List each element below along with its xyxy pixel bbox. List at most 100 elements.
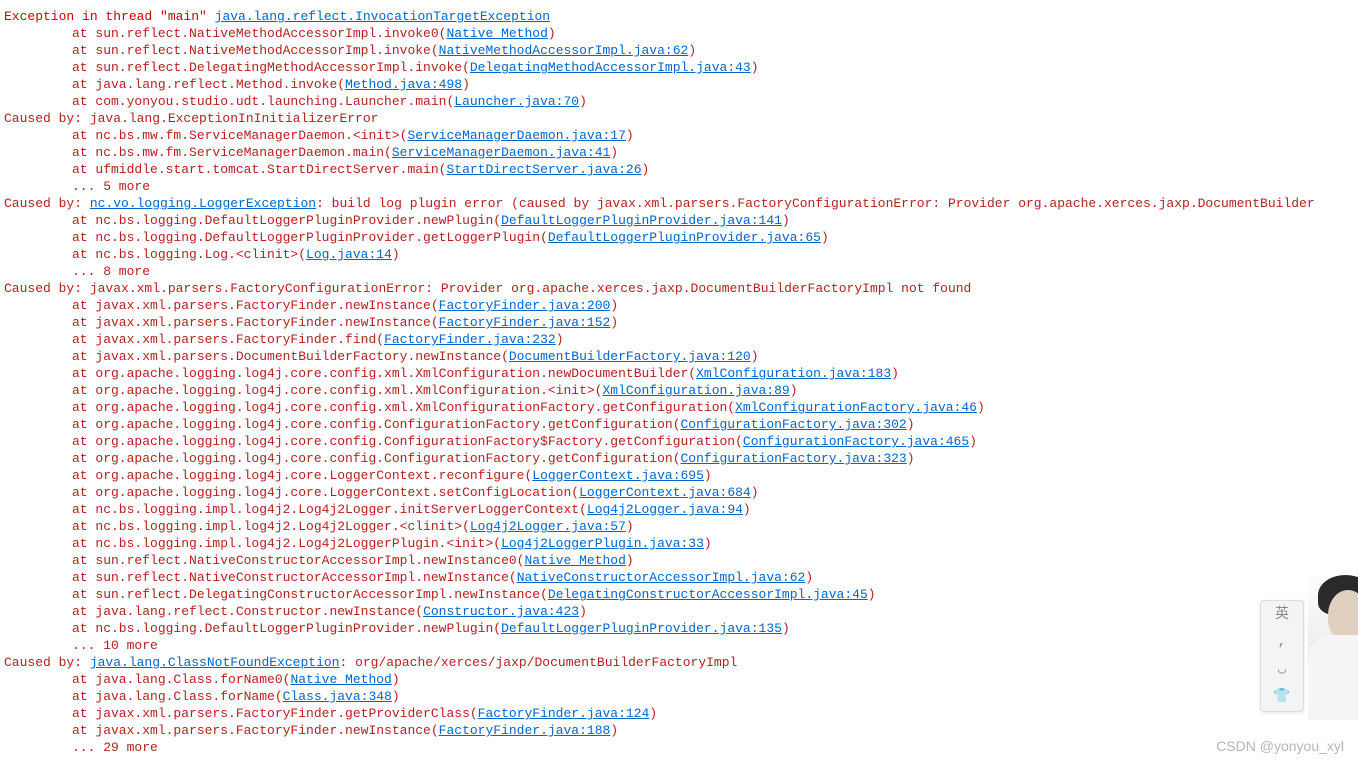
stacktrace-line: at org.apache.logging.log4j.core.config.…: [4, 450, 1354, 467]
stacktrace-line: Caused by: java.lang.ClassNotFoundExcept…: [4, 654, 1354, 671]
stacktrace-text: at org.apache.logging.log4j.core.config.…: [72, 383, 603, 398]
stacktrace-text: at org.apache.logging.log4j.core.config.…: [72, 451, 681, 466]
source-link[interactable]: XmlConfiguration.java:183: [696, 366, 891, 381]
stacktrace-line: at javax.xml.parsers.FactoryFinder.newIn…: [4, 297, 1354, 314]
stacktrace-text: ... 29 more: [72, 740, 158, 755]
source-link[interactable]: ServiceManagerDaemon.java:41: [392, 145, 610, 160]
source-link[interactable]: ConfigurationFactory.java:323: [681, 451, 907, 466]
ime-skin-icon[interactable]: 👕: [1273, 690, 1290, 704]
source-link[interactable]: DefaultLoggerPluginProvider.java:135: [501, 621, 782, 636]
stacktrace-line: ... 8 more: [4, 263, 1354, 280]
stacktrace-text: ): [790, 383, 798, 398]
source-link[interactable]: DocumentBuilderFactory.java:120: [509, 349, 751, 364]
stacktrace-text: ): [821, 230, 829, 245]
ime-mode-icon[interactable]: ◡: [1278, 663, 1286, 677]
stacktrace-text: ): [626, 128, 634, 143]
source-link[interactable]: Log4j2Logger.java:94: [587, 502, 743, 517]
ime-punct-indicator[interactable]: ,: [1278, 635, 1286, 649]
stacktrace-line: at javax.xml.parsers.FactoryFinder.find(…: [4, 331, 1354, 348]
stacktrace-text: ): [704, 468, 712, 483]
stacktrace-line: at java.lang.reflect.Method.invoke(Metho…: [4, 76, 1354, 93]
stacktrace-text: ): [392, 247, 400, 262]
source-link[interactable]: nc.vo.logging.LoggerException: [90, 196, 316, 211]
stacktrace-text: Caused by:: [4, 196, 90, 211]
stacktrace-text: at sun.reflect.NativeConstructorAccessor…: [72, 570, 517, 585]
source-link[interactable]: Method.java:498: [345, 77, 462, 92]
source-link[interactable]: DelegatingConstructorAccessorImpl.java:4…: [548, 587, 868, 602]
stacktrace-text: ): [751, 349, 759, 364]
stacktrace-line: at nc.bs.logging.impl.log4j2.Log4j2Logge…: [4, 518, 1354, 535]
source-link[interactable]: DefaultLoggerPluginProvider.java:65: [548, 230, 821, 245]
ime-lang-indicator[interactable]: 英: [1275, 608, 1289, 622]
source-link[interactable]: DefaultLoggerPluginProvider.java:141: [501, 213, 782, 228]
source-link[interactable]: FactoryFinder.java:152: [439, 315, 611, 330]
stacktrace-line: at javax.xml.parsers.DocumentBuilderFact…: [4, 348, 1354, 365]
source-link[interactable]: Log4j2LoggerPlugin.java:33: [501, 536, 704, 551]
source-link[interactable]: Launcher.java:70: [454, 94, 579, 109]
stacktrace-text: ): [782, 621, 790, 636]
stacktrace-text: ): [610, 315, 618, 330]
stacktrace-text: ... 10 more: [72, 638, 158, 653]
stacktrace-line: at java.lang.reflect.Constructor.newInst…: [4, 603, 1354, 620]
stacktrace-line: at nc.bs.mw.fm.ServiceManagerDaemon.<ini…: [4, 127, 1354, 144]
stacktrace-text: ): [704, 536, 712, 551]
stacktrace-line: at org.apache.logging.log4j.core.LoggerC…: [4, 484, 1354, 501]
source-link[interactable]: ConfigurationFactory.java:302: [681, 417, 907, 432]
stacktrace-text: at nc.bs.logging.impl.log4j2.Log4j2Logge…: [72, 536, 501, 551]
assistant-avatar[interactable]: [1308, 570, 1358, 720]
stacktrace-text: ): [392, 672, 400, 687]
source-link[interactable]: DelegatingMethodAccessorImpl.java:43: [470, 60, 751, 75]
source-link[interactable]: FactoryFinder.java:188: [439, 723, 611, 738]
stacktrace-line: Exception in thread "main" java.lang.ref…: [4, 8, 1354, 25]
stacktrace-text: ): [610, 723, 618, 738]
source-link[interactable]: XmlConfigurationFactory.java:46: [735, 400, 977, 415]
stacktrace-text: ): [649, 706, 657, 721]
source-link[interactable]: FactoryFinder.java:232: [384, 332, 556, 347]
stacktrace-text: ): [743, 502, 751, 517]
stacktrace-text: ): [556, 332, 564, 347]
stacktrace-text: at java.lang.Class.forName0(: [72, 672, 290, 687]
stacktrace-line: at nc.bs.logging.DefaultLoggerPluginProv…: [4, 620, 1354, 637]
source-link[interactable]: java.lang.ClassNotFoundException: [90, 655, 340, 670]
source-link[interactable]: Log4j2Logger.java:57: [470, 519, 626, 534]
source-link[interactable]: Native Method: [446, 26, 547, 41]
stacktrace-line: at nc.bs.logging.DefaultLoggerPluginProv…: [4, 212, 1354, 229]
source-link[interactable]: Log.java:14: [306, 247, 392, 262]
source-link[interactable]: XmlConfiguration.java:89: [603, 383, 790, 398]
stacktrace-line: at nc.bs.logging.impl.log4j2.Log4j2Logge…: [4, 501, 1354, 518]
stacktrace-text: ): [579, 94, 587, 109]
stacktrace-line: ... 10 more: [4, 637, 1354, 654]
source-link[interactable]: NativeConstructorAccessorImpl.java:62: [517, 570, 806, 585]
source-link[interactable]: StartDirectServer.java:26: [446, 162, 641, 177]
watermark-text: CSDN @yonyou_xyl: [1216, 738, 1344, 754]
ime-floating-panel[interactable]: 英 , ◡ 👕: [1260, 600, 1304, 712]
stacktrace-text: at nc.bs.mw.fm.ServiceManagerDaemon.<ini…: [72, 128, 407, 143]
stacktrace-text: at nc.bs.logging.Log.<clinit>(: [72, 247, 306, 262]
stacktrace-text: ): [610, 145, 618, 160]
stacktrace-line: at sun.reflect.NativeMethodAccessorImpl.…: [4, 25, 1354, 42]
stacktrace-text: at nc.bs.logging.impl.log4j2.Log4j2Logge…: [72, 502, 587, 517]
source-link[interactable]: Constructor.java:423: [423, 604, 579, 619]
source-link[interactable]: LoggerContext.java:684: [579, 485, 751, 500]
stacktrace-line: at javax.xml.parsers.FactoryFinder.newIn…: [4, 722, 1354, 739]
source-link[interactable]: NativeMethodAccessorImpl.java:62: [439, 43, 689, 58]
stacktrace-text: at nc.bs.logging.DefaultLoggerPluginProv…: [72, 621, 501, 636]
stacktrace-text: ): [969, 434, 977, 449]
source-link[interactable]: java.lang.reflect.InvocationTargetExcept…: [215, 9, 550, 24]
source-link[interactable]: Native Method: [290, 672, 391, 687]
source-link[interactable]: FactoryFinder.java:200: [439, 298, 611, 313]
source-link[interactable]: ServiceManagerDaemon.java:17: [407, 128, 625, 143]
stacktrace-text: ): [751, 485, 759, 500]
source-link[interactable]: Native Method: [524, 553, 625, 568]
stacktrace-line: at com.yonyou.studio.udt.launching.Launc…: [4, 93, 1354, 110]
stacktrace-text: at java.lang.reflect.Constructor.newInst…: [72, 604, 423, 619]
stacktrace-line: at sun.reflect.NativeConstructorAccessor…: [4, 552, 1354, 569]
stacktrace-text: ): [891, 366, 899, 381]
stacktrace-text: at ufmiddle.start.tomcat.StartDirectServ…: [72, 162, 446, 177]
source-link[interactable]: LoggerContext.java:695: [532, 468, 704, 483]
source-link[interactable]: ConfigurationFactory.java:465: [743, 434, 969, 449]
stacktrace-line: at nc.bs.mw.fm.ServiceManagerDaemon.main…: [4, 144, 1354, 161]
stacktrace-line: at javax.xml.parsers.FactoryFinder.newIn…: [4, 314, 1354, 331]
source-link[interactable]: Class.java:348: [283, 689, 392, 704]
source-link[interactable]: FactoryFinder.java:124: [478, 706, 650, 721]
